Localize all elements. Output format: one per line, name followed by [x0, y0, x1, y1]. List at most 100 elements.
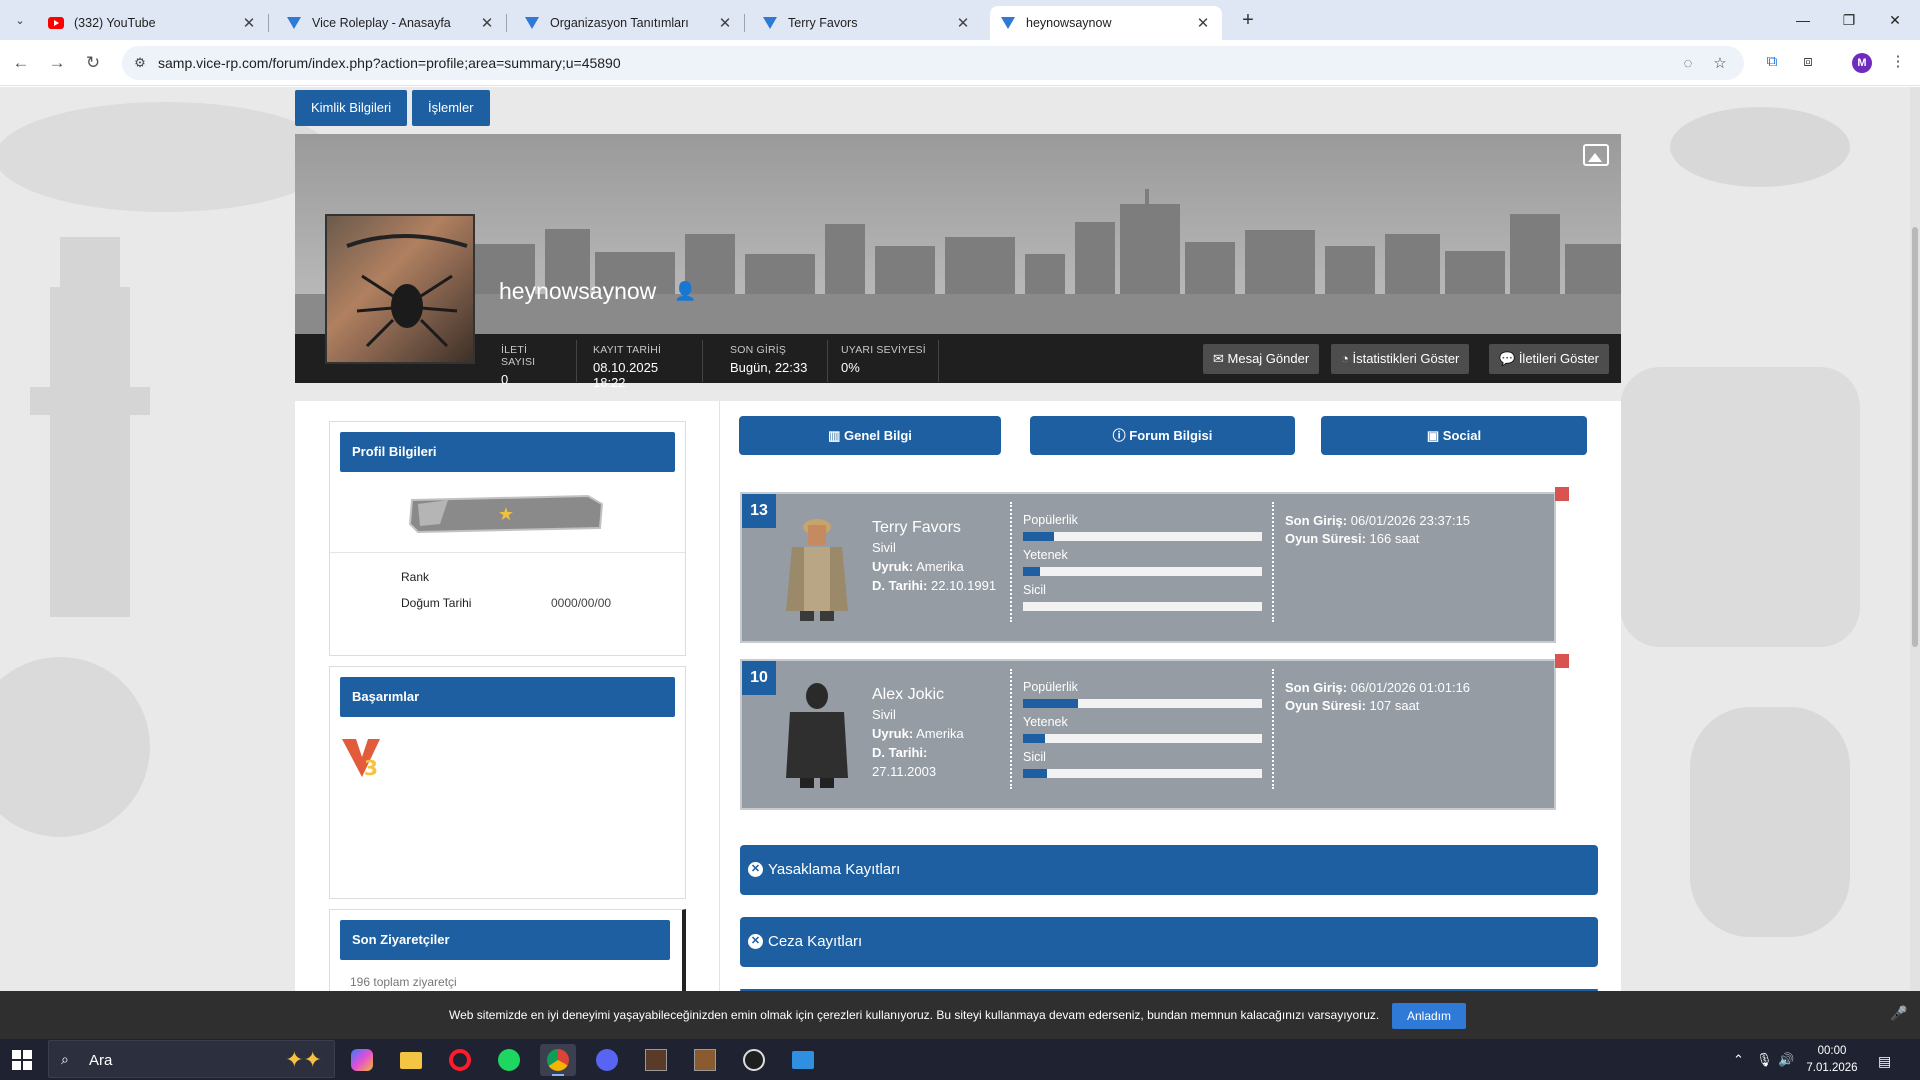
- bar-label: Sicil: [1023, 583, 1046, 597]
- show-stats-button[interactable]: ◔ İstatistikleri Göster: [1331, 344, 1470, 374]
- windows-start-icon[interactable]: [12, 1050, 32, 1070]
- tab-label: Social: [1442, 428, 1482, 443]
- last-login-value: 06/01/2026 23:37:15: [1350, 513, 1471, 528]
- spotify-icon[interactable]: [491, 1044, 527, 1076]
- tab-title: Terry Favors: [788, 16, 858, 30]
- browser-tab-youtube[interactable]: (332) YouTube ✕: [38, 6, 269, 40]
- last-login-label: Son Giriş:: [1285, 680, 1348, 695]
- microphone-icon[interactable]: 🎤: [1890, 1005, 1907, 1022]
- close-icon[interactable]: ✕: [240, 14, 258, 32]
- reload-icon[interactable]: ↻: [80, 50, 106, 76]
- id-card-icon: ▣: [1426, 428, 1443, 443]
- obs-icon[interactable]: [736, 1044, 772, 1076]
- taskbar-clock[interactable]: 00:00 7.01.2026: [1796, 1043, 1868, 1077]
- playtime-value: 107 saat: [1369, 698, 1420, 713]
- character-dob: D. Tarihi: 22.10.1991: [872, 578, 996, 593]
- taskbar-search[interactable]: ⌕ Ara ✦✦: [48, 1040, 335, 1078]
- penalty-records-accordion[interactable]: ✕ Ceza Kayıtları: [740, 917, 1598, 967]
- browser-tab-organizations[interactable]: Organizasyon Tanıtımları ✕: [514, 6, 745, 40]
- restore-icon[interactable]: ❐: [1826, 0, 1872, 40]
- tab-forum-info[interactable]: ⓘ Forum Bilgisi: [1030, 416, 1295, 455]
- discord-icon[interactable]: [589, 1044, 625, 1076]
- rank-label: Rank: [401, 570, 430, 584]
- show-posts-label: İletileri Göster: [1518, 351, 1600, 366]
- spider-tattoo-art: [346, 234, 468, 348]
- eye-slash-icon[interactable]: ◌: [1678, 54, 1698, 74]
- speaker-icon[interactable]: 🔊: [1778, 1039, 1794, 1080]
- cookie-accept-button[interactable]: Anladım: [1392, 1003, 1466, 1029]
- profile-avatar-image: [325, 214, 475, 364]
- forward-arrow-icon[interactable]: →: [44, 50, 70, 76]
- skill-bar: [1023, 567, 1262, 576]
- bar-label: Sicil: [1023, 750, 1046, 764]
- rank-badge: ★: [408, 494, 604, 534]
- close-icon[interactable]: ✕: [954, 14, 972, 32]
- chrome-icon[interactable]: [540, 1044, 576, 1076]
- browser-tab-terry-favors[interactable]: Terry Favors ✕: [752, 6, 982, 40]
- profile-info-card: Profil Bilgileri Rank Doğum Tarihi 0000/…: [329, 421, 686, 656]
- copilot-icon[interactable]: [344, 1044, 380, 1076]
- birth-label: Doğum Tarihi: [401, 596, 472, 610]
- show-posts-button[interactable]: 💬 İletileri Göster: [1489, 344, 1610, 374]
- tab-general-info[interactable]: ▥ Genel Bilgi: [739, 416, 1001, 455]
- profile-avatar[interactable]: M: [1852, 53, 1872, 73]
- send-message-button[interactable]: ✉ Mesaj Gönder: [1203, 344, 1320, 374]
- page-scrollbar[interactable]: [1910, 87, 1920, 991]
- samp-icon[interactable]: [687, 1044, 723, 1076]
- url-text[interactable]: samp.vice-rp.com/forum/index.php?action=…: [158, 55, 621, 71]
- divider: [1010, 669, 1012, 789]
- extensions-icon[interactable]: ⧈: [1796, 50, 1820, 74]
- nationality-label: Uyruk:: [872, 559, 914, 574]
- comments-icon: 💬: [1499, 351, 1519, 366]
- file-explorer-icon[interactable]: [393, 1044, 429, 1076]
- notification-icon[interactable]: ▤: [1878, 1053, 1891, 1070]
- close-icon[interactable]: ✕: [478, 14, 496, 32]
- translate-icon[interactable]: ⧉: [1760, 50, 1784, 74]
- cookie-consent-bar: Web sitemizde en iyi deneyimi yaşayabile…: [0, 991, 1920, 1039]
- gta-sa-icon[interactable]: [638, 1044, 674, 1076]
- bar-fill: [1023, 567, 1040, 576]
- video-app-icon[interactable]: [785, 1044, 821, 1076]
- tab-title: Vice Roleplay - Anasayfa: [312, 16, 451, 30]
- new-tab-button[interactable]: +: [1236, 8, 1260, 32]
- opera-icon[interactable]: [442, 1044, 478, 1076]
- playtime-label: Oyun Süresi:: [1285, 698, 1366, 713]
- close-icon[interactable]: ✕: [716, 14, 734, 32]
- bar-fill: [1023, 769, 1047, 778]
- minimize-icon[interactable]: —: [1780, 0, 1826, 40]
- tab-kimlik-bilgileri[interactable]: Kimlik Bilgileri: [295, 90, 408, 126]
- vice-icon: [286, 15, 302, 31]
- scrollbar-thumb[interactable]: [1912, 227, 1918, 647]
- tab-social[interactable]: ▣ Social: [1321, 416, 1587, 455]
- tab-label: Genel Bilgi: [844, 428, 912, 443]
- bar-fill: [1023, 734, 1045, 743]
- v3-achievement-icon[interactable]: 3: [340, 737, 382, 779]
- last-login-value: 06/01/2026 01:01:16: [1350, 680, 1471, 695]
- browser-tab-vice-home[interactable]: Vice Roleplay - Anasayfa ✕: [276, 6, 507, 40]
- back-arrow-icon[interactable]: ←: [8, 50, 34, 76]
- window-close-icon[interactable]: ✕: [1872, 0, 1918, 40]
- stat-value: Bugün, 22:33: [730, 360, 808, 375]
- close-circle-icon: ✕: [748, 934, 763, 949]
- accordion-label: Ceza Kayıtları: [768, 933, 863, 950]
- vice-icon: [524, 15, 540, 31]
- tab-islemler[interactable]: İşlemler: [412, 90, 490, 126]
- bar-label: Yetenek: [1023, 548, 1068, 562]
- close-icon[interactable]: ✕: [1194, 14, 1212, 32]
- clock-date: 7.01.2026: [1806, 1062, 1858, 1074]
- nationality-label: Uyruk:: [872, 726, 914, 741]
- divider: [330, 552, 685, 553]
- change-cover-image-icon[interactable]: [1583, 144, 1609, 166]
- microphone-tray-icon[interactable]: 🎙: [1756, 1039, 1773, 1080]
- browser-tab-heynowsaynow[interactable]: heynowsaynow ✕: [990, 6, 1222, 40]
- address-bar[interactable]: ⚙ samp.vice-rp.com/forum/index.php?actio…: [122, 46, 1744, 80]
- ban-records-accordion[interactable]: ✕ Yasaklama Kayıtları: [740, 845, 1598, 895]
- send-message-label: Mesaj Gönder: [1227, 351, 1310, 366]
- character-level: 10: [742, 661, 776, 695]
- stat-label: UYARI SEVİYESİ: [841, 344, 926, 356]
- menu-kebab-icon[interactable]: ⋮: [1886, 50, 1910, 74]
- tray-chevron-icon[interactable]: ⌃: [1733, 1039, 1744, 1080]
- tab-search-chevron-icon[interactable]: ⌄: [8, 8, 32, 32]
- bookmark-star-icon[interactable]: ☆: [1710, 54, 1730, 74]
- site-settings-icon[interactable]: ⚙: [132, 55, 148, 71]
